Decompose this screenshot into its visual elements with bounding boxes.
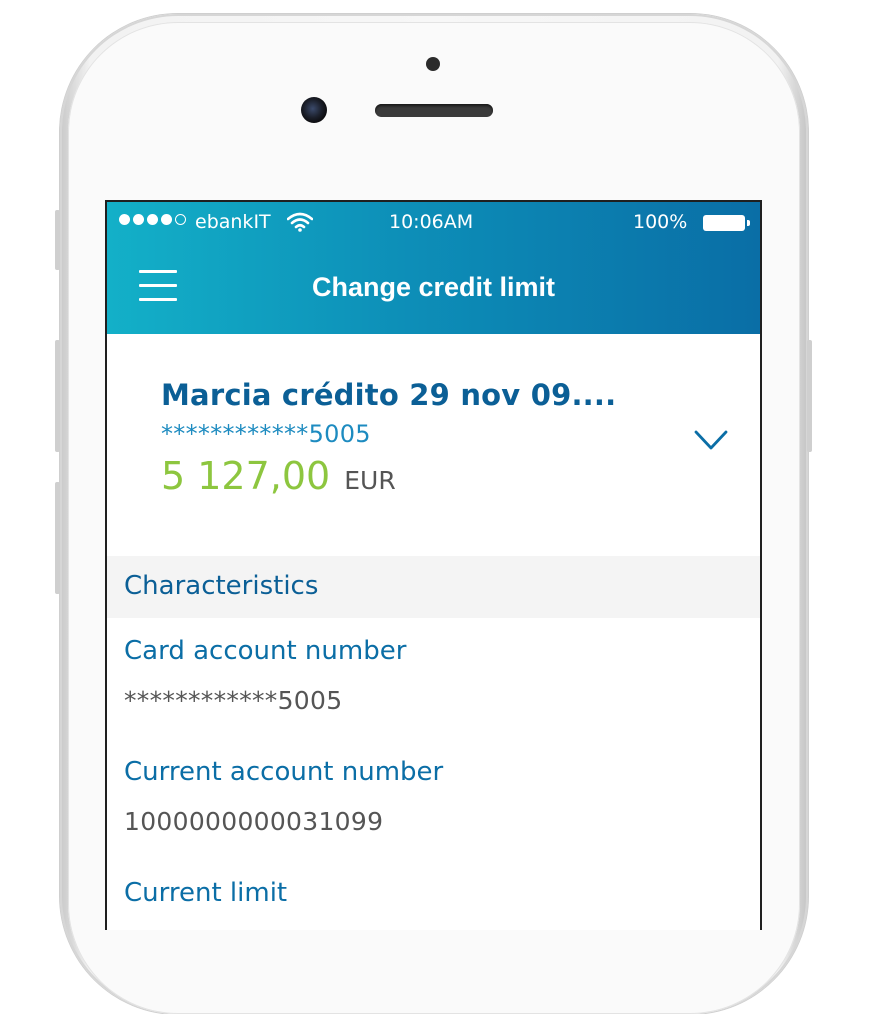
field-label: Current account number [124,757,444,787]
page-title: Change credit limit [311,272,556,302]
battery-percentage: 100% [633,211,688,233]
battery-icon [703,215,745,231]
power-button [807,340,812,452]
account-balance: 5 127,00 EUR [161,454,396,498]
wifi-icon [287,212,313,232]
field-label: Card account number [124,636,407,666]
status-bar: ebankIT 10:06AM 100% [107,202,760,246]
app-header: ebankIT 10:06AM 100% Change credit limit [107,202,760,334]
volume-down-button [55,482,60,594]
account-selector[interactable]: Marcia crédito 29 nov 09.... ***********… [107,334,760,556]
volume-up-button [55,340,60,452]
carrier-name: ebankIT [195,211,271,233]
field-value: ************5005 [124,686,343,715]
card-account-number-field: Card account number ************5005 [124,636,406,715]
earpiece-speaker [375,104,493,117]
current-account-number-field: Current account number 1000000000031099 [124,757,443,836]
field-label: Current limit [124,878,288,908]
chevron-down-icon[interactable] [693,428,729,452]
current-limit-field: Current limit [124,878,287,908]
account-number: ************5005 [161,420,371,448]
phone-screen: ebankIT 10:06AM 100% Change credit limit… [105,200,762,930]
balance-amount: 5 127,00 [161,454,331,498]
mute-switch [55,210,60,270]
front-camera [301,97,327,123]
battery-tip [747,220,750,226]
field-value: 1000000000031099 [124,807,384,836]
status-time: 10:06AM [389,211,474,233]
signal-strength-icon [119,214,186,225]
account-name: Marcia crédito 29 nov 09.... [161,378,617,412]
section-title: Characteristics [124,571,319,601]
proximity-sensor [426,57,440,71]
balance-currency: EUR [344,466,396,495]
characteristics-section-header: Characteristics [107,556,760,618]
